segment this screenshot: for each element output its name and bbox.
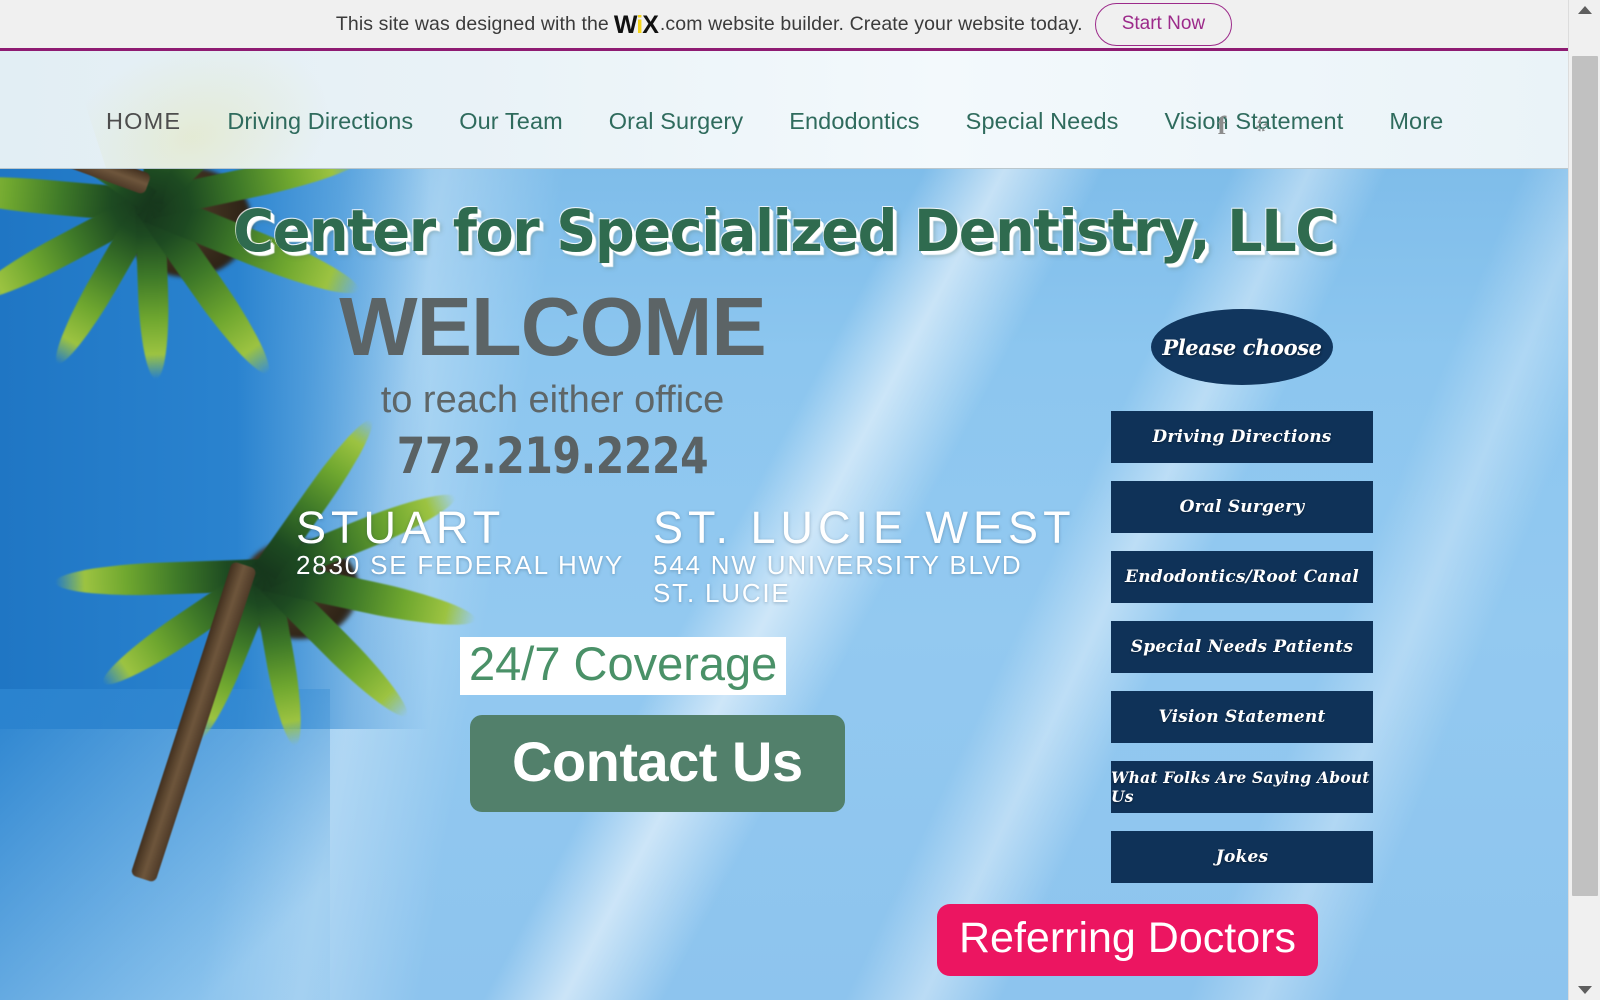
nav-item-our-team[interactable]: Our Team	[436, 108, 586, 135]
facebook-icon[interactable]: f	[1211, 113, 1233, 139]
wix-logo: WiX	[613, 10, 659, 39]
wix-promo-banner: This site was designed with the WiX .com…	[0, 0, 1568, 51]
social-links: f	[1211, 113, 1273, 139]
hero-section: Center for Specialized Dentistry, LLC WE…	[0, 169, 1568, 1000]
page-title: Center for Specialized Dentistry, LLC	[233, 197, 1336, 265]
nav-item-oral-surgery[interactable]: Oral Surgery	[586, 108, 766, 135]
wix-banner-text-before: This site was designed with the	[335, 12, 609, 35]
wix-banner-content: This site was designed with the WiX .com…	[335, 2, 1233, 46]
please-choose-heading: Please choose	[1151, 309, 1333, 385]
yelp-burst-glyph	[1256, 116, 1268, 132]
referring-doctors-button[interactable]: Referring Doctors	[937, 904, 1318, 976]
menu-button-jokes[interactable]: Jokes	[1111, 831, 1373, 883]
facebook-glyph: f	[1217, 111, 1227, 140]
nav-item-home[interactable]: HOME	[106, 108, 204, 135]
page-scrollbar[interactable]	[1568, 0, 1600, 1000]
contact-us-button[interactable]: Contact Us	[470, 715, 845, 812]
triangle-down-glyph	[1578, 986, 1592, 994]
yelp-icon[interactable]	[1251, 113, 1273, 139]
scroll-up-arrow-icon[interactable]	[1569, 0, 1600, 20]
site-navigation-bar: HOME Driving Directions Our Team Oral Su…	[0, 51, 1568, 169]
menu-button-oral-surgery[interactable]: Oral Surgery	[1111, 481, 1373, 533]
menu-button-vision-statement[interactable]: Vision Statement	[1111, 691, 1373, 743]
wix-banner-text-after: .com website builder. Create your websit…	[659, 12, 1083, 35]
hero-center-content: WELCOME to reach either office 772.219.2…	[0, 169, 1105, 1000]
scrollbar-thumb[interactable]	[1572, 56, 1598, 896]
menu-button-endodontics-root-canal[interactable]: Endodontics/Root Canal	[1111, 551, 1373, 603]
triangle-up-glyph	[1578, 6, 1592, 14]
nav-item-endodontics[interactable]: Endodontics	[766, 108, 942, 135]
service-menu-panel: Please choose Driving Directions Oral Su…	[1111, 309, 1373, 901]
menu-button-special-needs-patients[interactable]: Special Needs Patients	[1111, 621, 1373, 673]
scroll-down-arrow-icon[interactable]	[1569, 980, 1600, 1000]
welcome-heading: WELCOME	[339, 280, 766, 373]
menu-button-testimonials[interactable]: What Folks Are Saying About Us	[1111, 761, 1373, 813]
nav-item-driving-directions[interactable]: Driving Directions	[204, 108, 436, 135]
phone-number[interactable]: 772.219.2224	[99, 427, 1005, 485]
nav-item-more[interactable]: More	[1366, 108, 1466, 135]
menu-button-driving-directions[interactable]: Driving Directions	[1111, 411, 1373, 463]
start-now-button[interactable]: Start Now	[1094, 2, 1233, 46]
nav-item-special-needs[interactable]: Special Needs	[943, 108, 1142, 135]
nav-item-list: HOME Driving Directions Our Team Oral Su…	[0, 51, 1568, 168]
wix-logo-slash: i	[636, 10, 643, 39]
reach-office-text: to reach either office	[380, 379, 725, 421]
coverage-badge[interactable]: 24/7 Coverage	[460, 637, 787, 695]
